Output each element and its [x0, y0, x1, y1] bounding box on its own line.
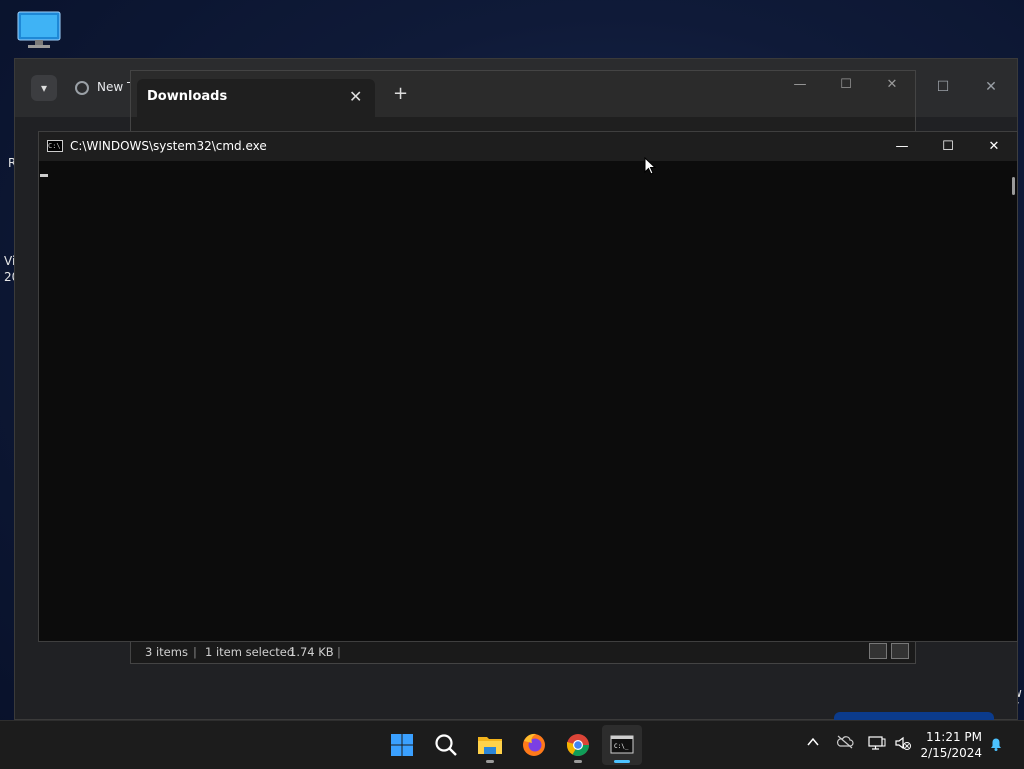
- notification-bell-icon[interactable]: [988, 736, 1004, 756]
- cmd-titlebar[interactable]: C:\ C:\WINDOWS\system32\cmd.exe — ☐ ✕: [39, 132, 1017, 161]
- maximize-icon[interactable]: ☐: [831, 77, 861, 97]
- close-button[interactable]: ✕: [971, 132, 1017, 161]
- minimize-button[interactable]: —: [879, 132, 925, 161]
- clock-time: 11:21 PM: [926, 730, 982, 744]
- tiles-view-icon[interactable]: [891, 643, 909, 659]
- chrome-icon[interactable]: [558, 725, 598, 765]
- notification-popup-edge: [834, 712, 994, 720]
- maximize-icon[interactable]: ☐: [931, 75, 955, 99]
- explorer-status-bar: 3 items | 1 item selected 1.74 KB |: [131, 641, 915, 663]
- running-indicator: [574, 760, 582, 763]
- windows-start-icon[interactable]: [382, 725, 422, 765]
- status-divider: |: [193, 645, 197, 659]
- maximize-button[interactable]: ☐: [925, 132, 971, 161]
- taskbar-clock[interactable]: 11:21 PM 2/15/2024: [920, 729, 982, 761]
- network-icon[interactable]: [868, 735, 886, 755]
- running-indicator: [486, 760, 494, 763]
- svg-text:C:\_: C:\_: [614, 743, 629, 750]
- mouse-pointer-icon: [644, 156, 657, 179]
- chrome-tab-icon: [75, 81, 89, 95]
- status-divider: |: [337, 645, 341, 659]
- close-icon[interactable]: ✕: [979, 75, 1003, 99]
- chevron-up-icon[interactable]: [806, 735, 820, 753]
- file-explorer-icon[interactable]: [470, 725, 510, 765]
- details-view-icon[interactable]: [869, 643, 887, 659]
- text-cursor: [40, 174, 48, 177]
- terminal-icon[interactable]: C:\_: [602, 725, 642, 765]
- firefox-icon[interactable]: [514, 725, 554, 765]
- computer-monitor-icon[interactable]: [16, 10, 62, 50]
- chrome-tab-title: New T: [97, 80, 135, 94]
- explorer-tabbar: Downloads ✕ + — ☐ ✕: [131, 71, 915, 117]
- scrollbar-thumb[interactable]: [1012, 177, 1015, 195]
- onedrive-offline-icon[interactable]: [836, 735, 854, 753]
- status-size: 1.74 KB: [289, 645, 334, 659]
- search-icon[interactable]: [426, 725, 466, 765]
- status-selected: 1 item selected: [205, 645, 295, 659]
- minimize-icon[interactable]: —: [785, 77, 815, 97]
- taskbar: C:\_ 11:21 PM 2/15/2024: [0, 720, 1024, 769]
- active-indicator: [614, 760, 630, 763]
- status-item-count: 3 items: [145, 645, 188, 659]
- new-tab-button[interactable]: +: [393, 83, 408, 104]
- explorer-tab[interactable]: Downloads ✕: [137, 79, 375, 117]
- cmd-icon: C:\: [47, 140, 63, 152]
- chevron-down-icon[interactable]: ▾: [31, 75, 57, 101]
- clock-date: 2/15/2024: [920, 746, 982, 760]
- close-icon[interactable]: ✕: [877, 77, 907, 97]
- close-icon[interactable]: ✕: [349, 87, 362, 106]
- volume-muted-icon[interactable]: [894, 735, 912, 755]
- cmd-window[interactable]: C:\ C:\WINDOWS\system32\cmd.exe — ☐ ✕: [38, 131, 1018, 642]
- cmd-title: C:\WINDOWS\system32\cmd.exe: [70, 139, 267, 153]
- explorer-tab-title: Downloads: [147, 89, 228, 104]
